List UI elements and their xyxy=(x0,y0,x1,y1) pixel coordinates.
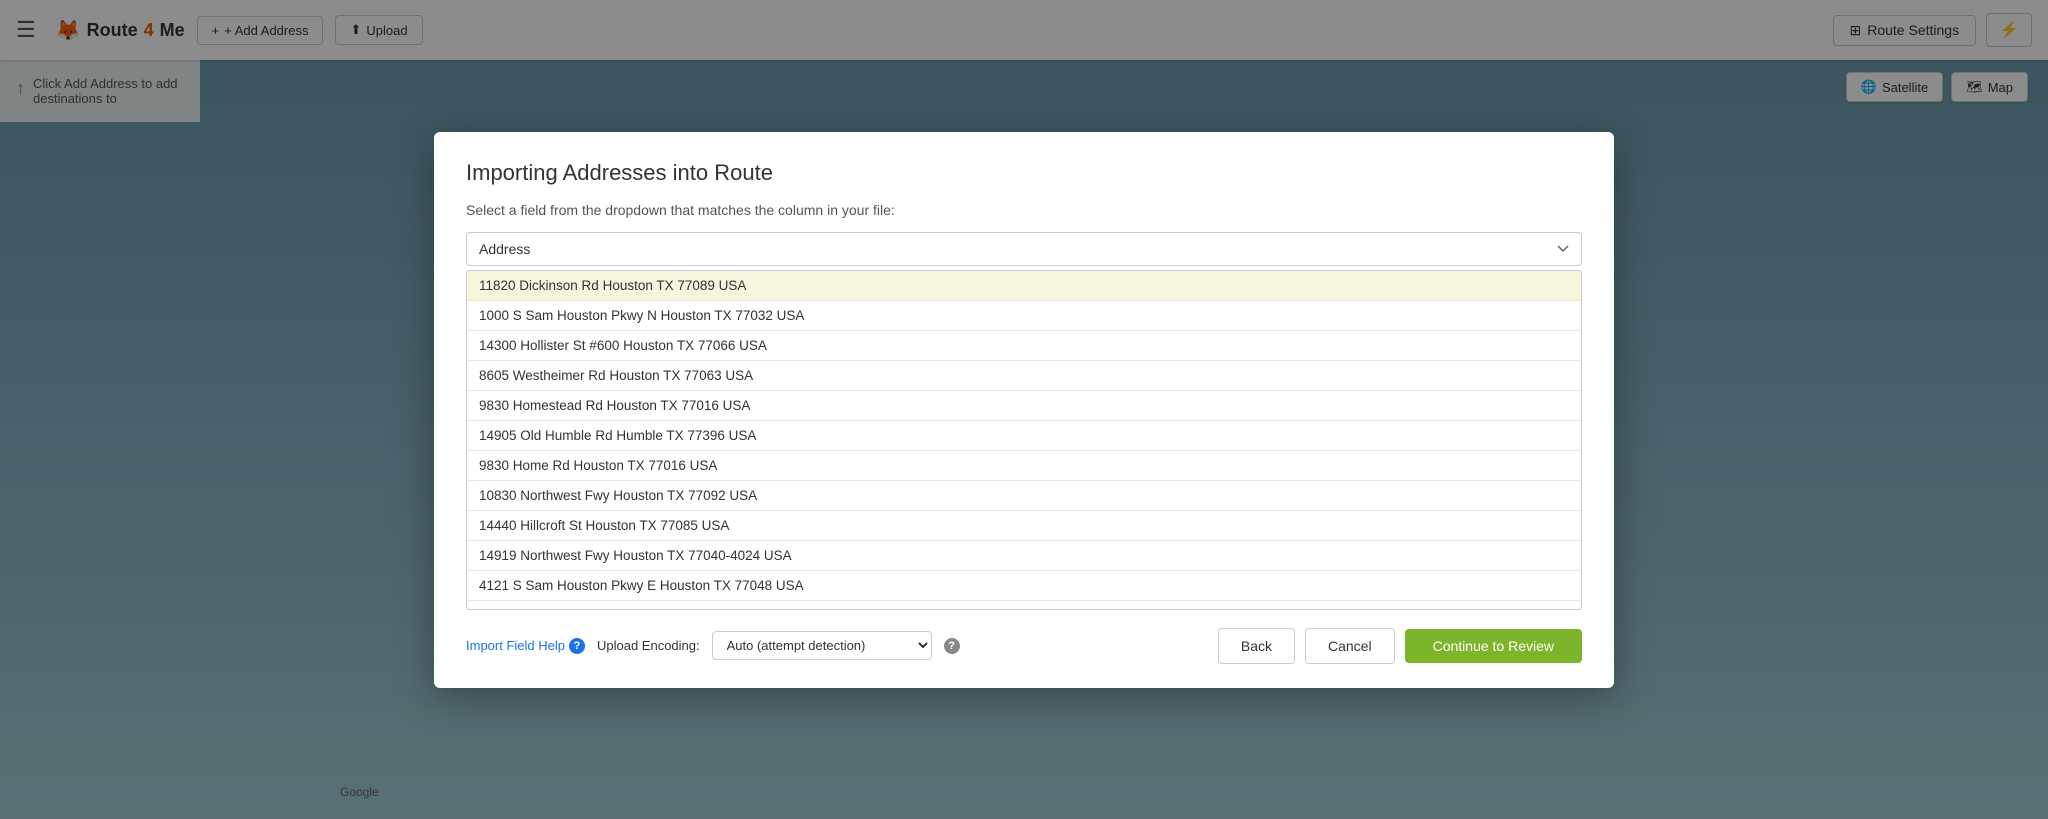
address-item[interactable]: 10830 Northwest Fwy Houston TX 77092 USA xyxy=(467,481,1581,511)
import-help-link[interactable]: Import Field Help ? xyxy=(466,638,585,654)
field-dropdown[interactable]: Address City State ZIP Country Name Phon… xyxy=(466,232,1582,266)
address-item[interactable]: 14300 Hollister St #600 Houston TX 77066… xyxy=(467,331,1581,361)
address-list: 11820 Dickinson Rd Houston TX 77089 USA1… xyxy=(467,271,1581,610)
import-modal: Importing Addresses into Route Select a … xyxy=(434,132,1614,688)
address-item[interactable]: 14919 Northwest Fwy Houston TX 77040-402… xyxy=(467,541,1581,571)
import-help-label: Import Field Help xyxy=(466,638,565,653)
modal-overlay: Importing Addresses into Route Select a … xyxy=(0,0,2048,819)
address-list-container: 11820 Dickinson Rd Houston TX 77089 USA1… xyxy=(466,270,1582,610)
modal-footer: Import Field Help ? Upload Encoding: Aut… xyxy=(466,628,1582,664)
modal-subtitle: Select a field from the dropdown that ma… xyxy=(466,202,1582,218)
help-icon: ? xyxy=(569,638,585,654)
encoding-select[interactable]: Auto (attempt detection) UTF-8 UTF-16 IS… xyxy=(712,631,932,660)
address-item[interactable]: 14905 Old Humble Rd Humble TX 77396 USA xyxy=(467,421,1581,451)
cancel-button[interactable]: Cancel xyxy=(1305,628,1395,664)
address-item[interactable]: 14440 Hillcroft St Houston TX 77085 USA xyxy=(467,511,1581,541)
back-button[interactable]: Back xyxy=(1218,628,1295,664)
encoding-label: Upload Encoding: xyxy=(597,638,700,653)
address-item[interactable]: 2915 N Main St Houston TX 77009 USA xyxy=(467,601,1581,610)
address-item[interactable]: 11820 Dickinson Rd Houston TX 77089 USA xyxy=(467,271,1581,301)
continue-button[interactable]: Continue to Review xyxy=(1405,629,1582,663)
encoding-help-icon[interactable]: ? xyxy=(944,638,960,654)
address-item[interactable]: 9830 Home Rd Houston TX 77016 USA xyxy=(467,451,1581,481)
address-item[interactable]: 8605 Westheimer Rd Houston TX 77063 USA xyxy=(467,361,1581,391)
address-item[interactable]: 1000 S Sam Houston Pkwy N Houston TX 770… xyxy=(467,301,1581,331)
modal-title: Importing Addresses into Route xyxy=(466,160,1582,186)
address-item[interactable]: 9830 Homestead Rd Houston TX 77016 USA xyxy=(467,391,1581,421)
address-item[interactable]: 4121 S Sam Houston Pkwy E Houston TX 770… xyxy=(467,571,1581,601)
footer-buttons: Back Cancel Continue to Review xyxy=(1218,628,1582,664)
